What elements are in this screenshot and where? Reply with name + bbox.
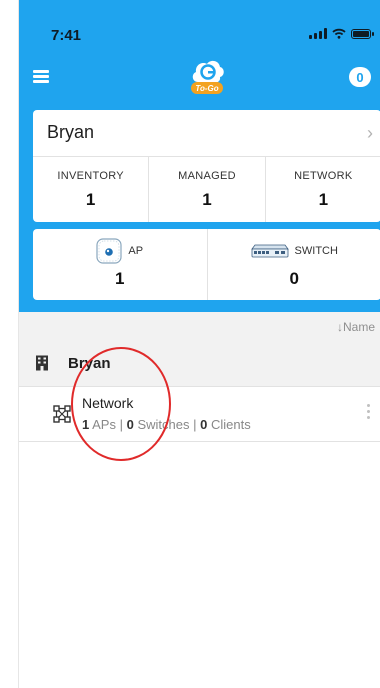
access-point-icon <box>96 238 123 264</box>
device-summary-card: AP 1 SWITCH 0 <box>33 229 380 300</box>
network-topology-icon <box>53 405 71 423</box>
organization-row[interactable]: Bryan › <box>33 110 380 157</box>
building-icon <box>36 355 48 371</box>
status-icons <box>309 28 374 39</box>
status-time: 7:41 <box>51 27 82 44</box>
separator: | <box>115 417 127 432</box>
stat-managed[interactable]: MANAGED 1 <box>148 157 264 222</box>
more-options-icon[interactable] <box>367 404 371 424</box>
stat-network[interactable]: NETWORK 1 <box>264 157 380 222</box>
device-ap[interactable]: AP 1 <box>33 229 207 300</box>
network-row[interactable]: Network 1 APs | 0 Switches | 0 Clients <box>19 387 380 442</box>
device-value: 0 <box>289 269 299 288</box>
aps-count: 1 <box>82 417 90 432</box>
signal-icon <box>309 28 327 39</box>
organization-name: Bryan <box>47 122 95 142</box>
device-label: AP <box>128 245 144 257</box>
stat-inventory[interactable]: INVENTORY 1 <box>33 157 148 222</box>
notification-badge[interactable]: 0 <box>349 67 371 87</box>
separator: | <box>189 417 201 432</box>
aps-label: APs <box>92 417 116 432</box>
device-value: 1 <box>115 269 125 288</box>
wifi-icon <box>332 28 346 39</box>
stat-value: 1 <box>85 190 96 209</box>
switch-icon <box>250 244 289 258</box>
app-header: 7:41 To-Go 0 Bryan › INVENTORY 1 MANAGED… <box>19 0 380 312</box>
switches-label: Switches <box>137 417 190 432</box>
app-screen: 7:41 To-Go 0 Bryan › INVENTORY 1 MANAGED… <box>18 0 380 688</box>
app-logo: To-Go <box>191 60 224 94</box>
sort-by-name-button[interactable]: ↓Name <box>337 320 375 334</box>
stat-value: 1 <box>202 190 212 209</box>
stat-value: 1 <box>318 190 329 209</box>
network-counts: 1 APs | 0 Switches | 0 Clients <box>82 417 251 432</box>
site-name: Bryan <box>68 355 111 372</box>
stat-label: NETWORK <box>294 170 353 182</box>
clients-count: 0 <box>200 417 208 432</box>
clients-label: Clients <box>210 417 251 432</box>
device-ap-head: AP <box>33 238 207 264</box>
organization-summary-card: Bryan › INVENTORY 1 MANAGED 1 NETWORK 1 <box>33 110 380 222</box>
stat-label: MANAGED <box>178 170 236 182</box>
device-switch[interactable]: SWITCH 0 <box>206 229 380 300</box>
stat-label: INVENTORY <box>57 170 124 182</box>
battery-icon <box>351 29 374 39</box>
sort-bar: ↓Name <box>19 312 380 342</box>
device-switch-head: SWITCH <box>208 238 380 264</box>
chevron-right-icon: › <box>367 123 373 143</box>
site-row[interactable]: Bryan <box>19 342 380 387</box>
device-label: SWITCH <box>294 245 338 257</box>
logo-text: To-Go <box>195 84 218 93</box>
switches-count: 0 <box>126 417 134 432</box>
hamburger-menu-icon[interactable] <box>33 70 49 84</box>
network-name: Network <box>82 395 134 411</box>
organization-stats: INVENTORY 1 MANAGED 1 NETWORK 1 <box>33 157 380 222</box>
